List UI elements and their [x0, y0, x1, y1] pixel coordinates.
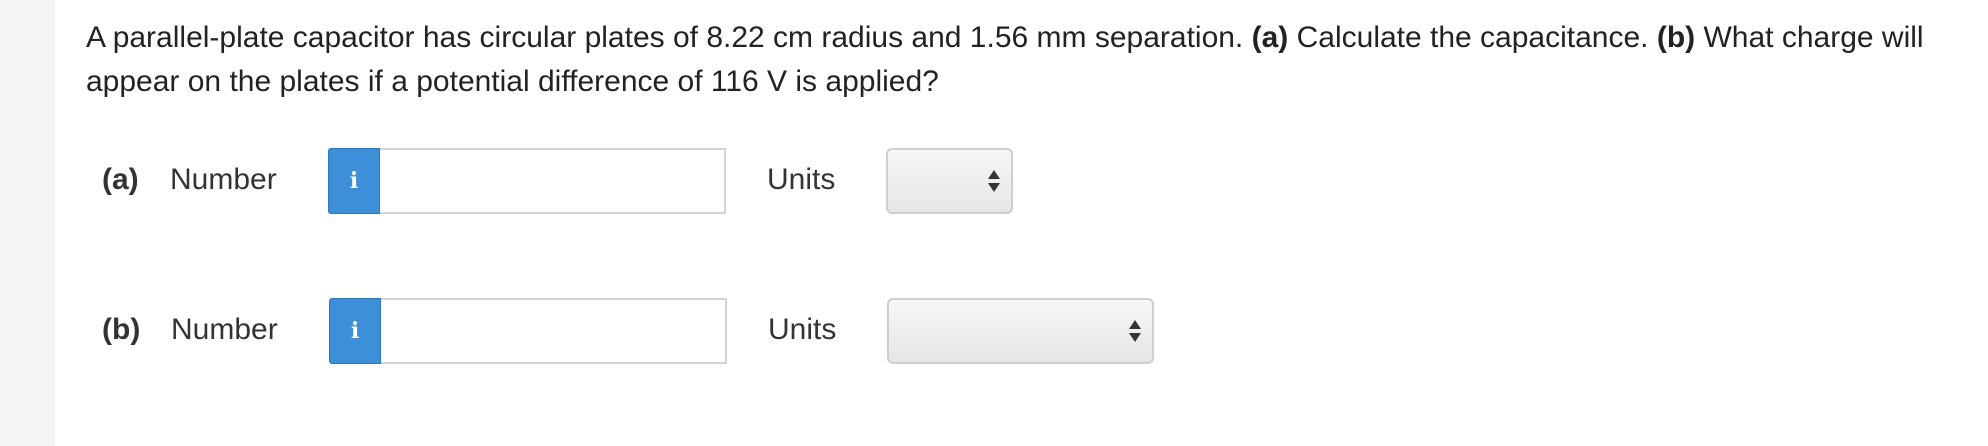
question-part-a-tag: (a)	[1251, 21, 1289, 54]
info-icon-glyph: i	[350, 318, 360, 344]
units-select-a[interactable]	[886, 148, 1013, 214]
question-text: A parallel-plate capacitor has circular …	[86, 16, 1966, 104]
part-label: (a)	[102, 163, 139, 196]
select-arrows-icon	[1128, 319, 1142, 343]
number-input-b[interactable]	[381, 298, 727, 364]
units-label: Units	[768, 313, 837, 346]
info-icon[interactable]: i	[329, 298, 381, 364]
units-label: Units	[767, 163, 836, 196]
select-arrows-icon	[987, 169, 1001, 193]
part-label: (b)	[102, 313, 141, 346]
info-icon[interactable]: i	[328, 148, 380, 214]
number-label: Number	[171, 313, 278, 346]
number-input-a[interactable]	[380, 148, 726, 214]
question-text-part2: Calculate the capacitance.	[1288, 21, 1657, 54]
units-select-b[interactable]	[887, 298, 1154, 364]
info-icon-glyph: i	[349, 168, 359, 194]
answer-row-b: (b) Number i Units	[0, 298, 1988, 364]
answer-row-a: (a) Number i Units	[0, 148, 1988, 214]
question-text-part1: A parallel-plate capacitor has circular …	[86, 21, 1252, 54]
question-part-b-tag: (b)	[1656, 21, 1696, 54]
number-label: Number	[170, 163, 277, 196]
